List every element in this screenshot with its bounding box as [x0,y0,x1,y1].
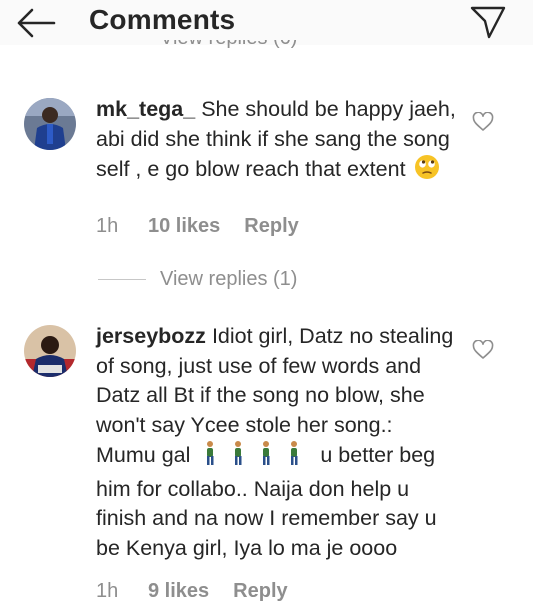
like-button[interactable] [472,339,494,360]
page-title: Comments [89,4,236,35]
likes-count[interactable]: 10 likes [148,215,220,238]
back-arrow-icon [17,8,56,38]
comment-body: jerseybozz Idiot girl, Datz no stealing o… [96,322,456,563]
view-replies-label[interactable]: View replies (1) [160,268,297,291]
rolling-eyes-emoji-icon [414,154,440,189]
user-photo-icon [24,325,76,377]
view-replies-link[interactable]: View replies (1) [98,268,297,291]
avatar[interactable] [24,325,76,377]
comment-meta: 1h 10 likes Reply [96,215,299,238]
reply-button[interactable]: Reply [244,215,298,238]
comment-body: mk_tega_ She should be happy jaeh, abi di… [96,95,456,189]
top-bar: Comments [0,0,533,45]
heart-icon [472,339,494,359]
back-button[interactable] [14,6,58,40]
comment-meta: 1h 9 likes Reply [96,580,288,603]
replies-divider [98,279,146,280]
comment-time: 1h [96,215,119,237]
comment-username[interactable]: mk_tega_ [96,97,195,121]
like-button[interactable] [472,111,494,132]
person-walking-emoji-icon [198,440,314,475]
likes-count[interactable]: 9 likes [148,580,209,603]
direct-share-button[interactable] [469,4,507,40]
view-replies-link-partial[interactable]: View replies (6) [160,40,297,60]
comment-username[interactable]: jerseybozz [96,324,206,348]
avatar[interactable] [24,98,76,150]
paper-plane-icon [470,6,506,39]
user-photo-icon [24,98,76,150]
reply-button[interactable]: Reply [233,580,287,603]
comment-time: 1h [96,580,119,602]
heart-icon [472,111,494,131]
